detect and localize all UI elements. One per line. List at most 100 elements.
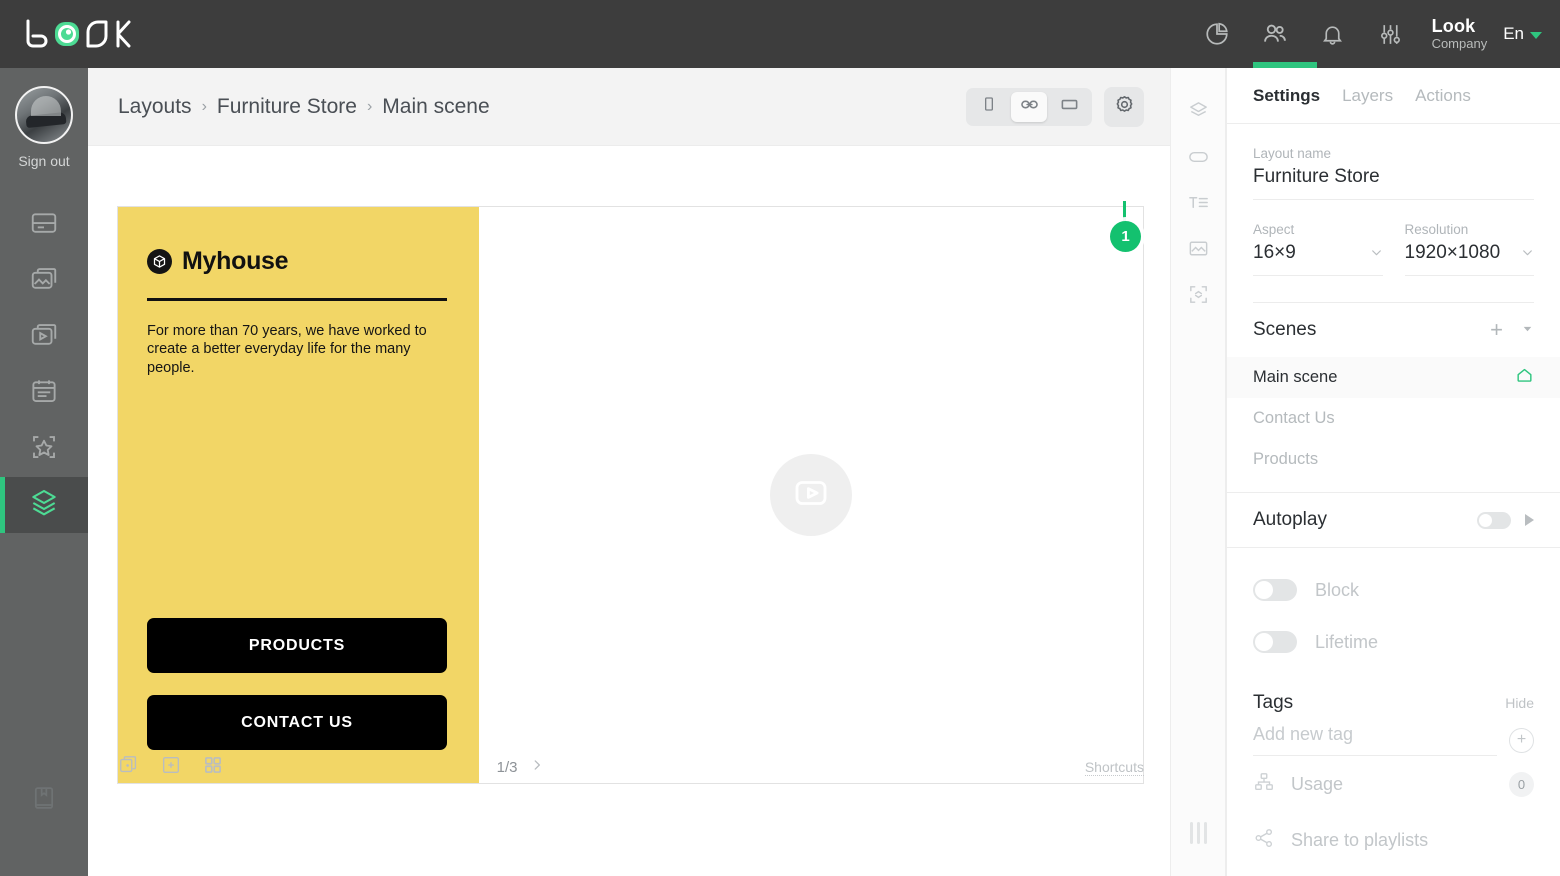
layout-settings-button[interactable] bbox=[1104, 86, 1144, 127]
add-scene-icon[interactable]: + bbox=[1490, 319, 1503, 341]
layers-tool-button[interactable] bbox=[1175, 90, 1221, 136]
text-tool-button[interactable] bbox=[1175, 182, 1221, 228]
widgets-icon bbox=[29, 432, 59, 467]
scene-pagination: 1/3 bbox=[497, 758, 544, 776]
scenes-actions: + bbox=[1490, 319, 1534, 341]
language-label: En bbox=[1503, 24, 1524, 43]
sign-out-button[interactable]: Sign out bbox=[18, 153, 69, 169]
chevron-down-icon bbox=[1530, 32, 1542, 39]
tags-header: Tags Hide bbox=[1227, 682, 1560, 724]
layers-icon bbox=[28, 487, 60, 524]
add-tag-button[interactable]: + bbox=[1509, 727, 1534, 753]
sidebar-item-videos[interactable] bbox=[0, 309, 88, 365]
tab-actions[interactable]: Actions bbox=[1415, 86, 1471, 106]
breadcrumb-separator: › bbox=[366, 97, 373, 115]
element-tool-strip bbox=[1170, 68, 1226, 876]
sidebar-item-layouts[interactable] bbox=[0, 197, 88, 253]
sidebar-item-images[interactable] bbox=[0, 253, 88, 309]
portrait-view-icon bbox=[981, 96, 997, 117]
resolution-label: Resolution bbox=[1404, 222, 1469, 237]
scene-text-panel[interactable]: Myhouse For more than 70 years, we have … bbox=[118, 207, 479, 783]
aspect-select[interactable]: Aspect 16×9 bbox=[1253, 222, 1383, 276]
breadcrumb-item-2[interactable]: Main scene bbox=[382, 95, 489, 119]
add-scene-icon bbox=[160, 754, 182, 781]
autoplay-row: Autoplay bbox=[1227, 492, 1560, 548]
chevron-down-icon[interactable] bbox=[1370, 246, 1383, 264]
scenes-header: Scenes + bbox=[1227, 303, 1560, 357]
portrait-view-button[interactable] bbox=[971, 92, 1007, 122]
chevron-down-icon[interactable] bbox=[1521, 322, 1534, 338]
image-tool-button[interactable] bbox=[1175, 228, 1221, 274]
sidebar-bottom bbox=[0, 772, 88, 828]
tags-hide-button[interactable]: Hide bbox=[1505, 695, 1534, 711]
landscape-view-button[interactable] bbox=[1051, 92, 1087, 122]
scene-label: Products bbox=[1253, 450, 1319, 468]
breadcrumb-item-1[interactable]: Furniture Store bbox=[217, 95, 357, 119]
stage-tools bbox=[116, 754, 226, 780]
sidebar-item-widgets[interactable] bbox=[0, 421, 88, 477]
page-indicator: 1/3 bbox=[496, 758, 518, 776]
pie-chart-icon[interactable] bbox=[1188, 0, 1246, 68]
breadcrumb-separator: › bbox=[201, 97, 207, 115]
block-option-row[interactable]: Block bbox=[1227, 564, 1560, 616]
scene-item-contact-us[interactable]: Contact Us bbox=[1227, 398, 1560, 439]
toggle-knob bbox=[1255, 633, 1273, 651]
add-tag-input[interactable]: Add new tag bbox=[1253, 724, 1497, 756]
block-label: Block bbox=[1315, 579, 1360, 600]
lifetime-option-row[interactable]: Lifetime bbox=[1227, 616, 1560, 668]
autoplay-toggle[interactable] bbox=[1477, 511, 1511, 529]
shape-tool-icon bbox=[1187, 145, 1210, 173]
scene-canvas[interactable]: Myhouse For more than 70 years, we have … bbox=[117, 206, 1144, 784]
chevron-right-icon[interactable] bbox=[530, 758, 544, 776]
users-icon[interactable] bbox=[1246, 0, 1304, 68]
breadcrumb-item-0[interactable]: Layouts bbox=[118, 95, 192, 119]
resolution-select[interactable]: Resolution 1920×1080 bbox=[1404, 222, 1534, 276]
layers-tool-icon bbox=[1187, 99, 1210, 127]
autoplay-label: Autoplay bbox=[1253, 509, 1327, 530]
usage-row[interactable]: Usage 0 bbox=[1227, 756, 1560, 812]
widget-tool-button[interactable] bbox=[1175, 274, 1221, 320]
scene-button-products[interactable]: PRODUCTS bbox=[147, 618, 447, 673]
scene-brand-title: Myhouse bbox=[182, 247, 289, 275]
shortcuts-link[interactable]: Shortcuts bbox=[1084, 759, 1144, 776]
brand-subtitle: Company bbox=[1431, 35, 1488, 51]
block-toggle[interactable] bbox=[1253, 579, 1297, 601]
scene-item-products[interactable]: Products bbox=[1227, 439, 1560, 480]
scene-media-panel[interactable] bbox=[479, 207, 1143, 783]
duplicate-scene-button[interactable] bbox=[116, 754, 142, 780]
sidebar-item-schedule[interactable] bbox=[0, 365, 88, 421]
home-scene-icon[interactable] bbox=[1515, 366, 1534, 390]
add-scene-button[interactable] bbox=[158, 754, 184, 780]
look-logo[interactable] bbox=[22, 16, 152, 52]
widget-tool-icon bbox=[1187, 283, 1210, 311]
company-brand[interactable]: Look Company bbox=[1432, 16, 1488, 52]
share-row[interactable]: Share to playlists bbox=[1227, 812, 1560, 868]
field-underline bbox=[1404, 275, 1534, 276]
header-actions: Look Company En bbox=[1188, 0, 1560, 68]
sidebar-item-layers[interactable] bbox=[0, 477, 88, 533]
scene-label: Contact Us bbox=[1253, 409, 1335, 427]
tab-layers[interactable]: Layers bbox=[1342, 86, 1393, 106]
sidebar-item-manual[interactable] bbox=[0, 772, 88, 828]
layout-name-input[interactable]: Furniture Store bbox=[1253, 166, 1534, 188]
panel-collapse-handle[interactable] bbox=[1189, 822, 1207, 844]
language-selector[interactable]: En bbox=[1503, 24, 1542, 44]
avatar[interactable] bbox=[15, 86, 73, 144]
top-header: Look Company En bbox=[0, 0, 1560, 68]
lifetime-toggle[interactable] bbox=[1253, 631, 1297, 653]
bell-icon[interactable] bbox=[1304, 0, 1362, 68]
shape-tool-button[interactable] bbox=[1175, 136, 1221, 182]
chevron-down-icon[interactable] bbox=[1521, 246, 1534, 264]
user-block: Sign out bbox=[0, 68, 88, 169]
grid-view-button[interactable] bbox=[200, 754, 226, 780]
tab-settings[interactable]: Settings bbox=[1253, 86, 1320, 106]
autoplay-expand-icon[interactable] bbox=[1525, 514, 1534, 526]
link-view-button[interactable] bbox=[1011, 91, 1047, 122]
scene-item-main-scene[interactable]: Main scene bbox=[1227, 357, 1560, 398]
sliders-icon[interactable] bbox=[1362, 0, 1420, 68]
scenes-title: Scenes bbox=[1253, 319, 1317, 340]
images-icon bbox=[29, 264, 59, 299]
share-icon bbox=[1253, 827, 1275, 854]
media-placeholder[interactable] bbox=[770, 454, 852, 536]
properties-panel: Settings Layers Actions Layout name Furn… bbox=[1226, 62, 1560, 876]
